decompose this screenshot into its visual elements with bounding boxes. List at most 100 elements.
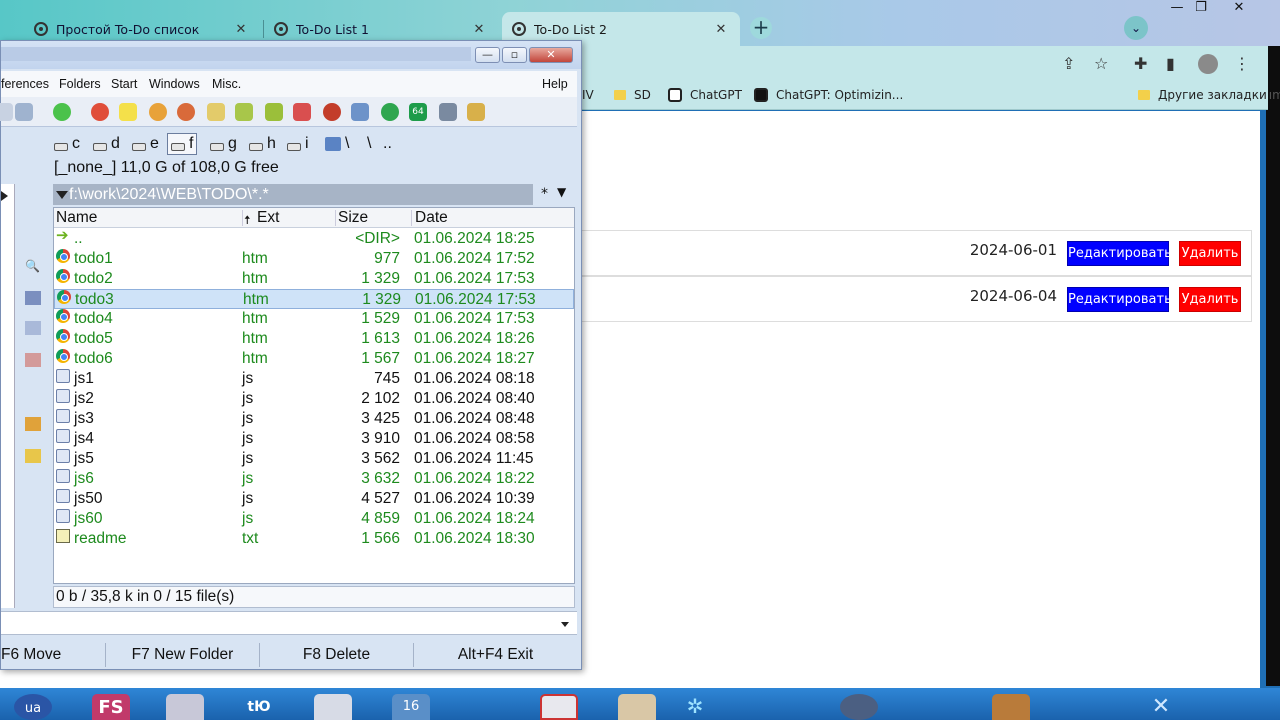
taskbar-app-icon[interactable]: ✕ <box>1142 694 1180 720</box>
tab-close-icon[interactable]: ✕ <box>232 22 250 37</box>
taskbar-paint-icon[interactable] <box>618 694 656 720</box>
toolbar-icon[interactable] <box>119 103 137 121</box>
taskbar-snow-icon[interactable]: ✲ <box>676 694 714 720</box>
extensions-icon[interactable]: ✚ <box>1134 54 1147 74</box>
taskbar-app-icon[interactable]: ua <box>14 694 52 720</box>
toolbar-icon[interactable] <box>293 103 311 121</box>
menu-help[interactable]: Help <box>542 77 568 91</box>
pack-icon[interactable] <box>25 417 41 431</box>
column-date[interactable]: Date <box>415 209 448 227</box>
file-row[interactable]: js4 js 3 910 01.06.2024 08:58 <box>54 429 574 449</box>
menu-preferences[interactable]: ferences <box>1 77 49 91</box>
fm-title-bar[interactable]: — ▫ ✕ <box>1 41 581 69</box>
toolbar-icon[interactable] <box>149 103 167 121</box>
profile-avatar[interactable] <box>1198 54 1218 74</box>
drive-g[interactable]: g <box>210 133 237 155</box>
file-row[interactable]: js2 js 2 102 01.06.2024 08:40 <box>54 389 574 409</box>
tab-close-icon[interactable]: ✕ <box>712 22 730 37</box>
edit-icon[interactable] <box>25 291 41 305</box>
bookmark-chatgpt[interactable]: ChatGPT <box>668 86 742 104</box>
toolbar-icon[interactable] <box>177 103 195 121</box>
file-row[interactable]: todo1 htm 977 01.06.2024 17:52 <box>54 249 574 269</box>
drive-c[interactable]: c <box>54 133 80 155</box>
new-tab-button[interactable]: + <box>750 17 772 39</box>
column-ext[interactable]: Ext <box>257 209 279 227</box>
f8-delete-button[interactable]: F8 Delete <box>260 643 414 667</box>
drive-e[interactable]: e <box>132 133 159 155</box>
current-path[interactable]: f:\work\2024\WEB\TODO\*.* <box>53 184 533 205</box>
toolbar-icon[interactable]: 64 <box>409 103 427 121</box>
file-row[interactable]: todo6 htm 1 567 01.06.2024 18:27 <box>54 349 574 369</box>
toolbar-icon[interactable] <box>265 103 283 121</box>
column-name[interactable]: Name <box>56 209 97 227</box>
taskbar-app-icon[interactable]: 16 <box>392 694 430 720</box>
drive-d[interactable]: d <box>93 133 120 155</box>
toolbar-icon[interactable] <box>91 103 109 121</box>
bookmark-iv[interactable]: IV <box>582 86 594 104</box>
file-row[interactable]: todo2 htm 1 329 01.06.2024 17:53 <box>54 269 574 289</box>
chevron-down-icon[interactable]: ▼ <box>557 185 566 199</box>
file-row[interactable]: js1 js 745 01.06.2024 08:18 <box>54 369 574 389</box>
toolbar-icon[interactable] <box>207 103 225 121</box>
file-row[interactable]: js5 js 3 562 01.06.2024 11:45 <box>54 449 574 469</box>
toolbar-icon[interactable] <box>439 103 457 121</box>
drive-i[interactable]: i <box>287 133 309 155</box>
menu-folders[interactable]: Folders <box>59 77 101 91</box>
side-panel-icon[interactable]: ▮ <box>1166 54 1175 74</box>
taskbar-app-icon[interactable] <box>840 694 878 720</box>
left-panel-edge[interactable] <box>1 184 15 608</box>
toolbar-icon[interactable] <box>235 103 253 121</box>
f6-move-button[interactable]: F6 Move <box>1 643 106 667</box>
drive-f[interactable]: f <box>167 133 198 155</box>
delete-button[interactable]: Удалить <box>1179 241 1241 266</box>
column-size[interactable]: Size <box>338 209 368 227</box>
bookmark-sd[interactable]: SD <box>614 86 651 104</box>
file-row[interactable]: .. <DIR> 01.06.2024 18:25 <box>54 226 574 249</box>
search-icon[interactable]: 🔍 <box>25 259 41 273</box>
drive-h[interactable]: h <box>249 133 276 155</box>
parent-folder[interactable]: .. <box>383 133 392 155</box>
toolbar-icon[interactable] <box>53 103 71 121</box>
file-row[interactable]: todo4 htm 1 529 01.06.2024 17:53 <box>54 309 574 329</box>
taskbar-record-icon[interactable] <box>540 694 578 720</box>
taskbar-app-icon[interactable] <box>992 694 1030 720</box>
network-drive[interactable]: \ <box>325 133 349 155</box>
toolbar-icon[interactable] <box>351 103 369 121</box>
delete-button[interactable]: Удалить <box>1179 287 1241 312</box>
file-row[interactable]: js3 js 3 425 01.06.2024 08:48 <box>54 409 574 429</box>
alt-f4-exit-button[interactable]: Alt+F4 Exit <box>414 643 577 667</box>
fm-minimize-button[interactable]: — <box>475 47 500 63</box>
file-row[interactable]: js60 js 4 859 01.06.2024 18:24 <box>54 509 574 529</box>
share-icon[interactable]: ⇪ <box>1062 54 1075 74</box>
fm-maximize-button[interactable]: ▫ <box>502 47 527 63</box>
file-row[interactable]: todo5 htm 1 613 01.06.2024 18:26 <box>54 329 574 349</box>
tab-search-icon[interactable]: ⌄ <box>1124 16 1148 40</box>
taskbar-app-icon[interactable] <box>166 694 204 720</box>
compare-icon[interactable] <box>25 353 41 367</box>
edit-button[interactable]: Редактировать <box>1067 241 1172 266</box>
browser-close-icon[interactable]: ✕ <box>1222 0 1256 18</box>
bookmark-chatgpt-optimizing[interactable]: ChatGPT: Optimizin... <box>754 86 903 104</box>
tools-icon[interactable] <box>467 103 485 121</box>
menu-windows[interactable]: Windows <box>149 77 200 91</box>
taskbar-fs-icon[interactable]: FS <box>92 694 130 720</box>
fm-close-button[interactable]: ✕ <box>529 47 573 63</box>
file-row[interactable]: todo3 htm 1 329 01.06.2024 17:53 <box>54 289 574 309</box>
menu-misc[interactable]: Misc. <box>212 77 241 91</box>
copy-icon[interactable] <box>25 321 41 335</box>
f7-new-folder-button[interactable]: F7 New Folder <box>106 643 260 667</box>
new-folder-icon[interactable] <box>25 449 41 463</box>
toolbar-icon[interactable] <box>381 103 399 121</box>
command-line[interactable] <box>1 611 577 635</box>
file-row[interactable]: readme txt 1 566 01.06.2024 18:30 <box>54 529 574 549</box>
bookmark-star-icon[interactable]: ☆ <box>1094 54 1108 74</box>
browser-maximize-icon[interactable]: ❐ <box>1184 0 1218 18</box>
taskbar-app-icon[interactable]: tЮ <box>240 694 278 720</box>
toolbar-icon[interactable] <box>0 103 13 121</box>
taskbar-search-app-icon[interactable] <box>314 694 352 720</box>
bookmark-other[interactable]: Другие закладки ım <box>1138 86 1280 104</box>
file-row[interactable]: js50 js 4 527 01.06.2024 10:39 <box>54 489 574 509</box>
menu-kebab-icon[interactable]: ⋮ <box>1234 54 1250 74</box>
path-filter[interactable]: * ▼ <box>533 184 577 205</box>
toolbar-icon[interactable] <box>323 103 341 121</box>
